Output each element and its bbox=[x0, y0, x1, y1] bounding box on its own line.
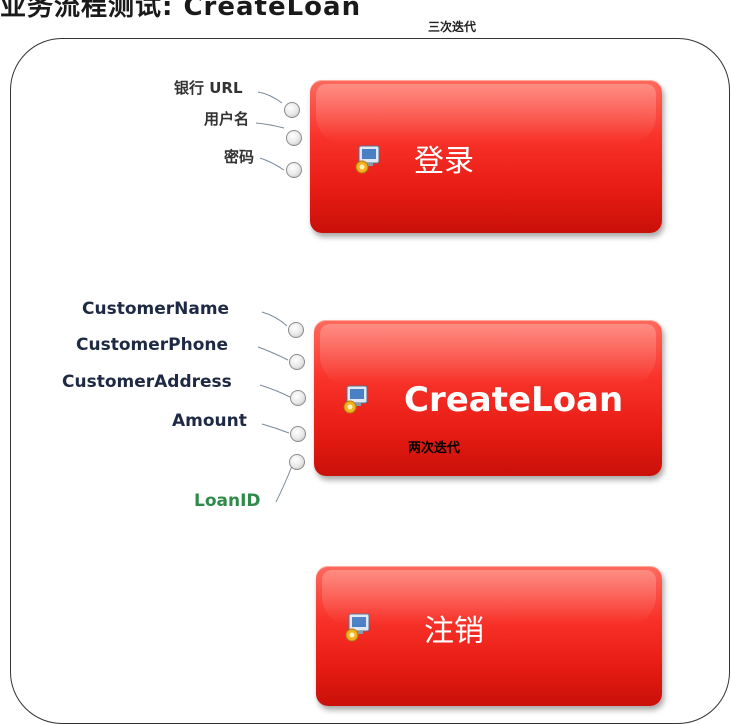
step-login-label: 登录 bbox=[414, 144, 474, 179]
input-port[interactable] bbox=[289, 354, 305, 370]
step-logout[interactable]: 注销 bbox=[316, 566, 662, 706]
param-customer-phone: CustomerPhone bbox=[76, 335, 229, 355]
param-amount: Amount bbox=[172, 411, 247, 431]
param-username: 用户名 bbox=[204, 110, 250, 128]
input-port[interactable] bbox=[290, 390, 306, 406]
output-port[interactable] bbox=[289, 454, 305, 470]
step-create-loan[interactable]: CreateLoan 两次迭代 bbox=[314, 320, 662, 476]
step-create-loan-label: CreateLoan bbox=[404, 380, 624, 420]
diagram-title: 业务流程测试: CreateLoan bbox=[0, 0, 362, 22]
param-loan-id: LoanID bbox=[194, 491, 261, 511]
input-port[interactable] bbox=[286, 130, 302, 146]
param-bank-url: 银行 URL bbox=[174, 79, 243, 97]
component-icon bbox=[343, 384, 369, 414]
input-port[interactable] bbox=[288, 322, 304, 338]
component-icon bbox=[355, 144, 381, 174]
param-customer-name: CustomerName bbox=[82, 299, 230, 319]
outer-iteration-note: 三次迭代 bbox=[428, 20, 477, 34]
param-password: 密码 bbox=[224, 148, 255, 166]
step-create-loan-note: 两次迭代 bbox=[408, 441, 461, 456]
component-icon bbox=[345, 612, 371, 642]
step-logout-label: 注销 bbox=[424, 614, 484, 649]
input-port[interactable] bbox=[290, 426, 306, 442]
param-customer-address: CustomerAddress bbox=[62, 372, 232, 392]
input-port[interactable] bbox=[284, 102, 300, 118]
step-login[interactable]: 登录 bbox=[310, 80, 662, 233]
input-port[interactable] bbox=[286, 162, 302, 178]
